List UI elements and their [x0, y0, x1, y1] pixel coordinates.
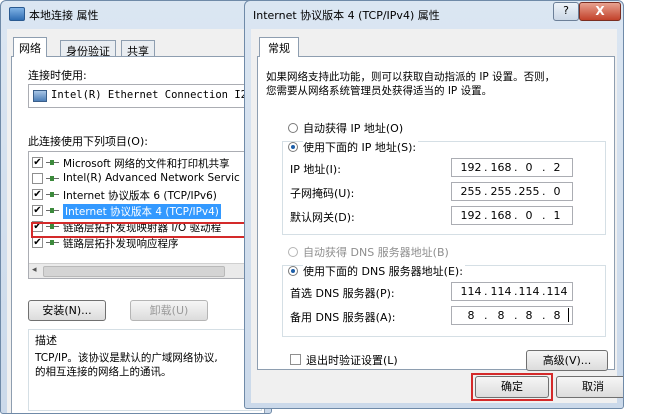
item-checkbox[interactable]: ✔ [32, 237, 43, 248]
alternate-dns-label: 备用 DNS 服务器(A): [290, 311, 396, 324]
list-item[interactable]: Intel(R) Advanced Network Servic [29, 171, 261, 186]
items-label: 此连接使用下列项目(O): [28, 135, 148, 148]
list-item[interactable]: ✔ Internet 协议版本 4 (TCP/IPv4) [29, 203, 261, 219]
scroll-thumb[interactable] [43, 266, 225, 277]
item-label: Intel(R) Advanced Network Servic [63, 172, 240, 184]
subnet-mask-label: 子网掩码(U): [290, 187, 355, 200]
ipv4-properties-window: Internet 协议版本 4 (TCP/IPv4) 属性 ? X 常规 如果网… [244, 0, 624, 409]
dns-manual-radio[interactable] [288, 266, 298, 276]
network-component-icon [46, 175, 59, 183]
adapter-icon [33, 90, 47, 102]
tab-network[interactable]: 网络 [13, 37, 47, 57]
scroll-left-icon[interactable]: ◂ [32, 265, 37, 275]
description-text-line1: TCP/IP。该协议是默认的广域网络协议, [35, 352, 218, 364]
ip-manual-label[interactable]: 使用下面的 IP 地址(S): [303, 139, 419, 155]
preferred-dns-field[interactable]: 114. 114. 114. 114 [451, 282, 573, 301]
cancel-button[interactable]: 取消 [556, 376, 623, 398]
network-icon [9, 7, 25, 21]
install-button[interactable]: 安装(N)... [28, 300, 106, 321]
gateway-field[interactable]: 192. 168. 0. 1 [451, 206, 573, 225]
local-connection-properties-window: 本地连接 属性 网络 身份验证 共享 连接时使用: Intel(R) Ether… [0, 0, 272, 414]
ip-manual-radio[interactable] [288, 142, 298, 152]
validate-on-exit-checkbox[interactable] [290, 354, 301, 365]
description-group: 描述 TCP/IP。该协议是默认的广域网络协议, 的相互连接的网络上的通讯。 [28, 329, 262, 411]
network-component-icon [46, 239, 59, 247]
item-checkbox[interactable] [32, 173, 43, 184]
preferred-dns-label: 首选 DNS 服务器(P): [290, 287, 395, 300]
item-label: Internet 协议版本 6 (TCP/IPv6) [63, 190, 217, 202]
network-component-icon [46, 159, 59, 167]
uninstall-button[interactable]: 卸载(U) [130, 300, 208, 321]
advanced-button[interactable]: 高级(V)... [526, 350, 608, 371]
gateway-label: 默认网关(D): [290, 211, 355, 224]
left-title-bar[interactable]: 本地连接 属性 [1, 1, 271, 27]
description-label: 描述 [35, 334, 57, 347]
alternate-dns-field[interactable]: 8. 8. 8. 8 [451, 306, 573, 325]
network-tab-panel: 连接时使用: Intel(R) Ethernet Connection I217… [11, 56, 265, 413]
ip-address-label: IP 地址(I): [290, 163, 341, 176]
right-window-title: Internet 协议版本 4 (TCP/IPv4) 属性 [253, 9, 440, 22]
intro-text-line2: 您需要从网络系统管理员处获得适当的 IP 设置。 [266, 85, 493, 97]
ip-address-field[interactable]: 192. 168. 0. 2 [451, 158, 573, 177]
item-checkbox[interactable]: ✔ [32, 157, 43, 168]
horizontal-scrollbar[interactable]: ◂ ▸ [29, 263, 261, 278]
right-title-bar[interactable]: Internet 协议版本 4 (TCP/IPv4) 属性 ? X [245, 1, 623, 27]
intro-text-line1: 如果网络支持此功能，则可以获取自动指派的 IP 设置。否则， [266, 71, 556, 83]
ip-auto-label[interactable]: 自动获得 IP 地址(O) [303, 120, 403, 136]
close-button[interactable]: X [579, 2, 621, 21]
connect-using-label: 连接时使用: [28, 69, 87, 82]
subnet-mask-field[interactable]: 255. 255. 255. 0 [451, 182, 573, 201]
item-checkbox[interactable]: ✔ [32, 205, 43, 216]
network-component-icon [46, 191, 59, 199]
item-label: Microsoft 网络的文件和打印机共享 [63, 158, 230, 170]
item-label: 链路层拓扑发现响应程序 [63, 238, 179, 250]
help-button[interactable]: ? [553, 2, 579, 21]
network-component-icon [46, 207, 59, 215]
validate-on-exit-label[interactable]: 退出时验证设置(L) [306, 352, 398, 368]
tab-general[interactable]: 常规 [259, 37, 299, 57]
item-checkbox[interactable]: ✔ [32, 189, 43, 200]
ip-auto-radio[interactable] [288, 123, 298, 133]
general-tab-panel: 如果网络支持此功能，则可以获取自动指派的 IP 设置。否则， 您需要从网络系统管… [257, 56, 615, 371]
components-list: ✔ Microsoft 网络的文件和打印机共享 Intel(R) Advanced … [28, 151, 262, 279]
adapter-box: Intel(R) Ethernet Connection I217 [28, 84, 262, 108]
list-item[interactable]: ✔ Internet 协议版本 6 (TCP/IPv6) [29, 187, 261, 202]
ok-highlight-frame [471, 373, 553, 401]
left-window-title: 本地连接 属性 [29, 9, 99, 22]
ipv4-highlight-frame [31, 222, 265, 238]
text-cursor [568, 308, 569, 322]
tab-authentication[interactable]: 身份验证 [60, 40, 116, 58]
description-text-line2: 的相互连接的网络上的通讯。 [35, 366, 172, 378]
tab-sharing[interactable]: 共享 [121, 40, 155, 58]
dns-auto-label[interactable]: 自动获得 DNS 服务器地址(B) [303, 244, 449, 260]
item-label: Internet 协议版本 4 (TCP/IPv4) [63, 204, 221, 219]
adapter-name: Intel(R) Ethernet Connection I217 [51, 89, 260, 101]
dns-manual-label[interactable]: 使用下面的 DNS 服务器地址(E): [303, 263, 465, 279]
list-item[interactable]: ✔ Microsoft 网络的文件和打印机共享 [29, 155, 261, 170]
dns-auto-radio[interactable] [288, 247, 298, 257]
